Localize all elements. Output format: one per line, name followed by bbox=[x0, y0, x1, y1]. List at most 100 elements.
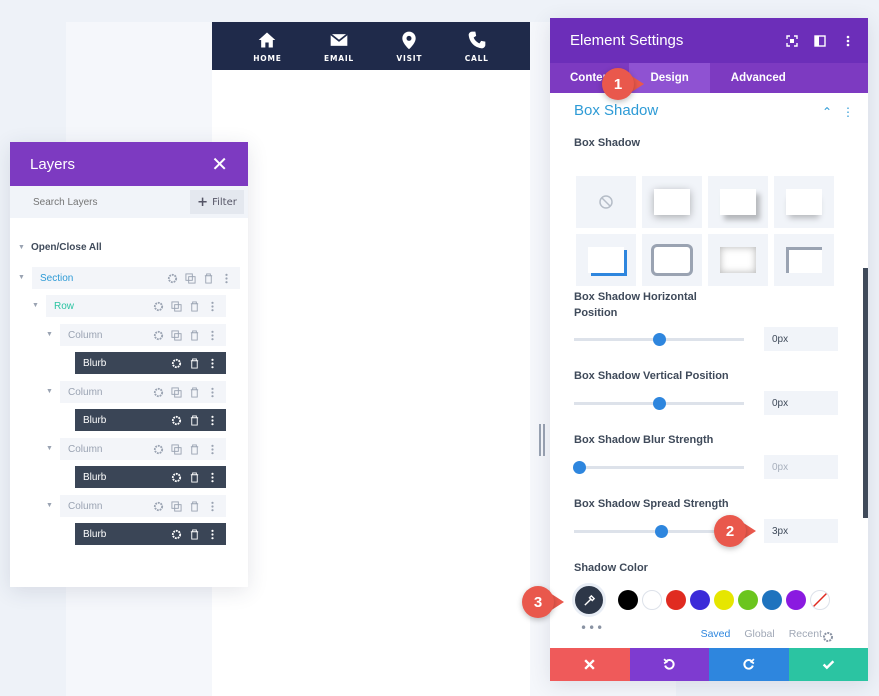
palette-tab-global[interactable]: Global bbox=[744, 628, 774, 640]
layer-column[interactable]: Column bbox=[60, 324, 226, 346]
color-swatch-yellow[interactable] bbox=[714, 590, 734, 610]
filter-button[interactable]: + Filter bbox=[190, 190, 244, 214]
gear-icon[interactable] bbox=[171, 415, 182, 426]
slider-knob[interactable] bbox=[573, 461, 587, 474]
color-swatch-purple[interactable] bbox=[786, 590, 806, 610]
layer-section[interactable]: Section bbox=[32, 267, 240, 289]
triangle-down-icon[interactable]: ▼ bbox=[46, 445, 53, 452]
close-icon[interactable]: ✕ bbox=[211, 154, 228, 174]
color-swatch-red[interactable] bbox=[666, 590, 686, 610]
slider-knob[interactable] bbox=[654, 525, 668, 538]
more-vertical-icon[interactable] bbox=[207, 358, 218, 369]
layer-blurb[interactable]: Blurb bbox=[75, 409, 226, 431]
layer-column[interactable]: Column bbox=[60, 495, 226, 517]
layer-column[interactable]: Column bbox=[60, 438, 226, 460]
more-vertical-icon[interactable] bbox=[207, 301, 218, 312]
horizontal-slider[interactable] bbox=[574, 333, 744, 346]
trash-icon[interactable] bbox=[189, 300, 200, 312]
gear-icon[interactable] bbox=[153, 501, 164, 512]
vertical-value[interactable]: 0px bbox=[764, 391, 838, 415]
gear-icon[interactable] bbox=[153, 387, 164, 398]
shadow-preset-4[interactable] bbox=[576, 234, 636, 286]
trash-icon[interactable] bbox=[189, 471, 200, 483]
split-view-icon[interactable] bbox=[814, 34, 826, 47]
spread-value[interactable]: 3px bbox=[764, 519, 838, 543]
duplicate-icon[interactable] bbox=[185, 272, 196, 284]
duplicate-icon[interactable] bbox=[171, 329, 182, 341]
gear-icon[interactable] bbox=[171, 358, 182, 369]
color-swatch-transparent[interactable] bbox=[810, 590, 830, 610]
triangle-down-icon[interactable]: ▼ bbox=[32, 302, 39, 309]
shadow-preset-3[interactable] bbox=[774, 176, 834, 228]
trash-icon[interactable] bbox=[189, 443, 200, 455]
tab-advanced[interactable]: Advanced bbox=[710, 63, 807, 93]
slider-knob[interactable] bbox=[653, 397, 666, 410]
layer-blurb[interactable]: Blurb bbox=[75, 466, 226, 488]
trash-icon[interactable] bbox=[189, 528, 200, 540]
scrollbar[interactable] bbox=[863, 268, 868, 518]
nav-item-call[interactable]: CALL bbox=[465, 30, 489, 63]
blur-value[interactable]: 0px bbox=[764, 455, 838, 479]
shadow-preset-6[interactable] bbox=[708, 234, 768, 286]
gear-icon[interactable] bbox=[167, 273, 178, 284]
trash-icon[interactable] bbox=[189, 329, 200, 341]
section-title[interactable]: Box Shadow bbox=[574, 102, 658, 119]
more-vertical-icon[interactable] bbox=[207, 415, 218, 426]
more-vertical-icon[interactable] bbox=[842, 35, 854, 47]
trash-icon[interactable] bbox=[189, 414, 200, 426]
palette-tab-saved[interactable]: Saved bbox=[701, 628, 731, 640]
duplicate-icon[interactable] bbox=[171, 443, 182, 455]
slider-knob[interactable] bbox=[653, 333, 666, 346]
gear-icon[interactable] bbox=[153, 444, 164, 455]
more-colors-icon[interactable]: ••• bbox=[580, 621, 604, 635]
trash-icon[interactable] bbox=[189, 500, 200, 512]
duplicate-icon[interactable] bbox=[171, 300, 182, 312]
more-vertical-icon[interactable] bbox=[207, 472, 218, 483]
more-vertical-icon[interactable] bbox=[207, 387, 218, 398]
trash-icon[interactable] bbox=[203, 272, 214, 284]
resize-handle[interactable] bbox=[539, 424, 545, 456]
shadow-preset-5[interactable] bbox=[642, 234, 702, 286]
layer-column[interactable]: Column bbox=[60, 381, 226, 403]
trash-icon[interactable] bbox=[189, 357, 200, 369]
nav-item-email[interactable]: EMAIL bbox=[324, 30, 354, 63]
horizontal-value[interactable]: 0px bbox=[764, 327, 838, 351]
open-close-all[interactable]: ▼ Open/Close All bbox=[18, 242, 102, 253]
more-vertical-icon[interactable] bbox=[207, 330, 218, 341]
color-swatch-green[interactable] bbox=[738, 590, 758, 610]
more-vertical-icon[interactable]: ⋮ bbox=[842, 105, 854, 119]
gear-icon[interactable] bbox=[171, 472, 182, 483]
duplicate-icon[interactable] bbox=[171, 500, 182, 512]
layer-blurb[interactable]: Blurb bbox=[75, 352, 226, 374]
gear-icon[interactable] bbox=[153, 301, 164, 312]
duplicate-icon[interactable] bbox=[171, 386, 182, 398]
undo-button[interactable] bbox=[629, 648, 709, 681]
redo-button[interactable] bbox=[709, 648, 789, 681]
shadow-preset-7[interactable] bbox=[774, 234, 834, 286]
nav-item-visit[interactable]: VISIT bbox=[396, 30, 422, 63]
vertical-slider[interactable] bbox=[574, 397, 744, 410]
palette-tab-recent[interactable]: Recent bbox=[789, 628, 822, 640]
more-vertical-icon[interactable] bbox=[221, 273, 232, 284]
gear-icon[interactable] bbox=[153, 330, 164, 341]
chevron-up-icon[interactable]: ⌃ bbox=[822, 105, 832, 119]
layer-row[interactable]: Row bbox=[46, 295, 226, 317]
save-button[interactable] bbox=[788, 648, 868, 681]
triangle-down-icon[interactable]: ▼ bbox=[18, 274, 25, 281]
shadow-preset-none[interactable] bbox=[576, 176, 636, 228]
color-swatch-black[interactable] bbox=[618, 590, 638, 610]
more-vertical-icon[interactable] bbox=[207, 501, 218, 512]
gear-icon[interactable] bbox=[171, 529, 182, 540]
eyedropper-button[interactable] bbox=[572, 583, 606, 617]
discard-button[interactable] bbox=[550, 648, 630, 681]
color-swatch-dark-blue[interactable] bbox=[762, 590, 782, 610]
shadow-preset-1[interactable] bbox=[642, 176, 702, 228]
triangle-down-icon[interactable]: ▼ bbox=[46, 331, 53, 338]
fullscreen-icon[interactable] bbox=[786, 34, 798, 47]
nav-item-home[interactable]: HOME bbox=[253, 30, 281, 63]
blur-slider[interactable] bbox=[573, 461, 744, 474]
color-swatch-white[interactable] bbox=[642, 590, 662, 610]
triangle-down-icon[interactable]: ▼ bbox=[46, 502, 53, 509]
shadow-preset-2[interactable] bbox=[708, 176, 768, 228]
palette-settings[interactable] bbox=[822, 628, 834, 647]
